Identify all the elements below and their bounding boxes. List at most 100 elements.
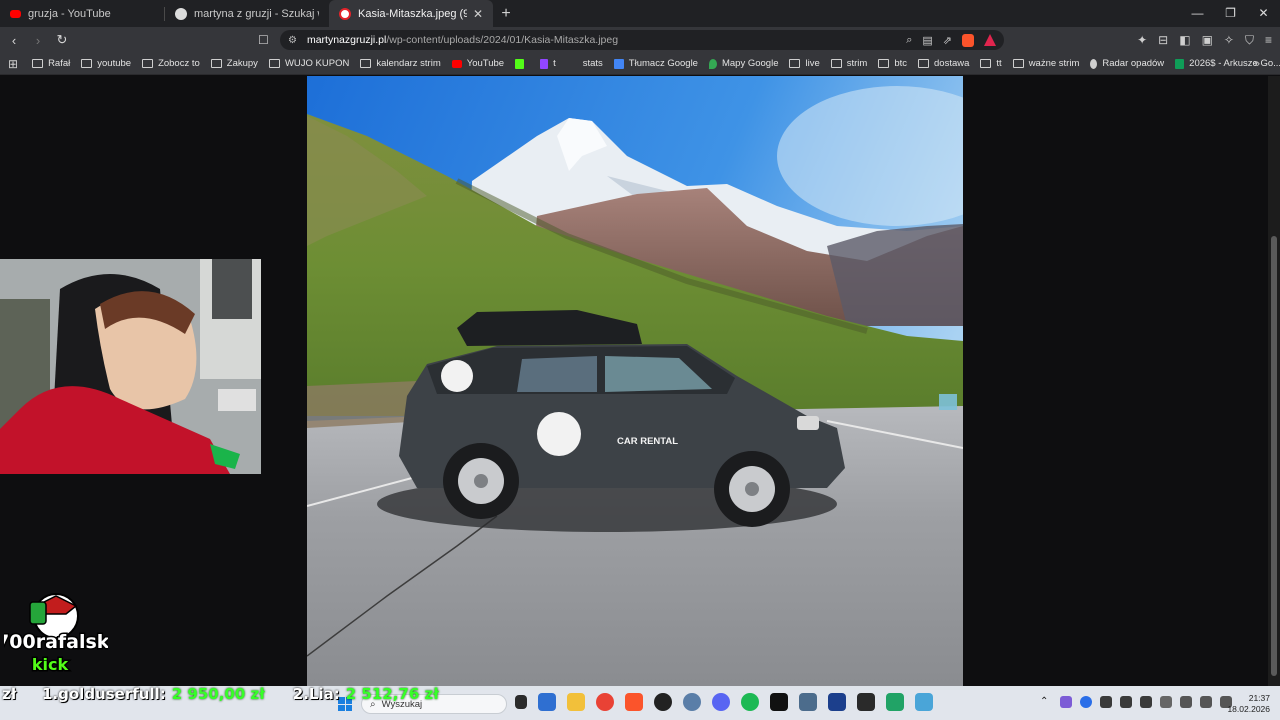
channel-name: 700rafalski xyxy=(4,631,108,653)
gt-icon xyxy=(613,58,624,69)
streamlabs-icon[interactable] xyxy=(770,693,788,711)
bookmark-item[interactable]: Mapy Google xyxy=(708,58,778,69)
app-tray-icon[interactable] xyxy=(1100,696,1112,708)
restore-button[interactable]: ❐ xyxy=(1214,0,1247,27)
tab-image[interactable]: Kasia-Mitaszka.jpeg (960×1190) ✕ xyxy=(329,0,493,27)
close-window-button[interactable]: ✕ xyxy=(1247,0,1280,27)
share-icon[interactable]: ⇗ xyxy=(943,34,952,47)
bookmark-page-icon[interactable]: ☐ xyxy=(258,33,269,47)
bookmark-item[interactable]: YouTube xyxy=(451,58,505,69)
bookmark-label: ważne strim xyxy=(1028,58,1080,69)
minimize-button[interactable]: — xyxy=(1181,0,1214,27)
page-scrollbar[interactable] xyxy=(1268,76,1280,686)
bookmark-item[interactable]: youtube xyxy=(81,58,131,69)
app-tray-icon[interactable] xyxy=(1120,696,1132,708)
bookmark-item[interactable]: Rafał xyxy=(32,58,70,69)
app-icon[interactable] xyxy=(857,693,875,711)
forward-button[interactable]: › xyxy=(28,33,48,48)
leo-ai-icon[interactable]: ✧ xyxy=(1224,33,1234,47)
bookmark-label: YouTube xyxy=(466,58,505,69)
back-button[interactable]: ‹ xyxy=(4,33,24,48)
address-bar[interactable]: ⚙ martynazgruzji.pl/wp-content/uploads/2… xyxy=(280,30,1004,50)
file-explorer-icon[interactable] xyxy=(567,693,585,711)
bookmark-item[interactable] xyxy=(515,58,529,69)
bookmark-label: kalendarz strim xyxy=(376,58,441,69)
bookmark-item[interactable]: Zobocz to xyxy=(142,58,200,69)
wallet-icon[interactable]: ▣ xyxy=(1202,33,1213,47)
folder-icon xyxy=(268,59,280,68)
bookmark-label: WUJO KUPON xyxy=(284,58,350,69)
scrollbar-thumb[interactable] xyxy=(1271,236,1277,676)
store-icon[interactable] xyxy=(538,693,556,711)
app-icon[interactable] xyxy=(683,693,701,711)
bookmark-item[interactable]: 2026$ - Arkusze Go... xyxy=(1175,58,1280,69)
tab-google-search[interactable]: martyna z gruzji - Szukaj w Google xyxy=(165,0,329,27)
discord-icon[interactable] xyxy=(712,693,730,711)
chevron-up-icon[interactable]: ⌃ xyxy=(1040,696,1052,708)
bluetooth-icon[interactable] xyxy=(1080,696,1092,708)
bookmark-item[interactable]: ważne strim xyxy=(1012,58,1080,69)
more-bookmarks-icon[interactable]: » xyxy=(1254,58,1260,70)
system-tray: ⌃ xyxy=(1040,696,1232,708)
georgia-flag-icon xyxy=(339,7,351,20)
bookmark-item[interactable]: Tłumacz Google xyxy=(613,58,698,69)
bookmark-item[interactable]: Radar opadów xyxy=(1090,58,1164,69)
bookmark-item[interactable]: tt xyxy=(980,58,1002,69)
ticker-donor: 2.Lia: xyxy=(292,685,340,703)
extensions-icon[interactable]: ✦ xyxy=(1137,33,1147,47)
url-path: /wp-content/uploads/2024/01/Kasia-Mitasz… xyxy=(386,34,619,46)
network-icon[interactable] xyxy=(1160,696,1172,708)
reader-icon[interactable]: ▤ xyxy=(922,34,932,47)
tab-strip: gruzja - YouTube martyna z gruzji - Szuk… xyxy=(0,0,1280,27)
sidebar-icon[interactable]: ◧ xyxy=(1179,33,1190,47)
bookmark-item[interactable]: btc xyxy=(878,58,907,69)
bookmark-label: live xyxy=(805,58,820,69)
bookmark-item[interactable]: dostawa xyxy=(918,58,969,69)
k-icon xyxy=(515,58,525,69)
ticker-amount: 2 512,76 zł xyxy=(345,685,439,703)
site-info-icon[interactable]: ⚙ xyxy=(288,35,297,46)
tab-search-icon[interactable]: ⊟ xyxy=(1158,33,1168,47)
task-view-icon[interactable] xyxy=(515,695,527,709)
close-tab-icon[interactable]: ✕ xyxy=(473,7,483,21)
bookmark-item[interactable]: kalendarz strim xyxy=(360,58,441,69)
bookmark-label: stats xyxy=(582,58,603,69)
chrome-icon[interactable] xyxy=(596,693,614,711)
menu-icon[interactable]: ≡ xyxy=(1265,33,1272,47)
folder-icon xyxy=(81,59,93,68)
tab-youtube[interactable]: gruzja - YouTube xyxy=(0,0,164,27)
folder-icon xyxy=(142,59,154,68)
app-icon[interactable] xyxy=(915,693,933,711)
bookmark-item[interactable]: live xyxy=(789,58,820,69)
displayed-image[interactable]: CAR RENTAL xyxy=(307,76,963,686)
bookmark-item[interactable]: WUJO KUPON xyxy=(268,58,350,69)
app-icon[interactable] xyxy=(828,693,846,711)
apps-grid-icon[interactable]: ⊞ xyxy=(8,57,18,71)
bookmark-label: Radar opadów xyxy=(1102,58,1165,69)
bookmark-label: 2026$ - Arkusze Go... xyxy=(1189,58,1280,69)
bookmark-label: tt xyxy=(996,58,1002,69)
zoom-icon[interactable]: ⌕ xyxy=(906,34,912,47)
pen-icon[interactable] xyxy=(1060,696,1072,708)
new-tab-button[interactable]: + xyxy=(493,5,519,23)
display-icon[interactable] xyxy=(1200,696,1212,708)
notepad-icon[interactable] xyxy=(886,693,904,711)
bookmark-item[interactable]: strim xyxy=(830,58,867,69)
steam-icon[interactable] xyxy=(1140,696,1152,708)
brave-icon[interactable] xyxy=(625,693,643,711)
vpn-icon[interactable]: ⛉ xyxy=(1245,33,1254,48)
tw-icon xyxy=(540,58,549,69)
spotify-icon[interactable] xyxy=(741,693,759,711)
bookmark-item[interactable]: Zakupy xyxy=(210,58,258,69)
bookmark-item[interactable]: stats xyxy=(567,58,603,69)
microphone-icon[interactable] xyxy=(1180,696,1192,708)
clock[interactable]: 21:37 18.02.2026 xyxy=(1224,693,1270,715)
reload-button[interactable]: ↻ xyxy=(52,32,72,48)
calculator-icon[interactable] xyxy=(799,693,817,711)
brave-shields-icon[interactable] xyxy=(962,33,974,47)
donation-ticker: zł 1.golduserfull: 2 950,00 zł 2.Lia: 2 … xyxy=(0,685,439,705)
stats-icon xyxy=(567,59,578,68)
brave-rewards-icon[interactable] xyxy=(984,34,996,46)
obs-icon[interactable] xyxy=(654,693,672,711)
bookmark-item[interactable]: t xyxy=(540,58,556,69)
